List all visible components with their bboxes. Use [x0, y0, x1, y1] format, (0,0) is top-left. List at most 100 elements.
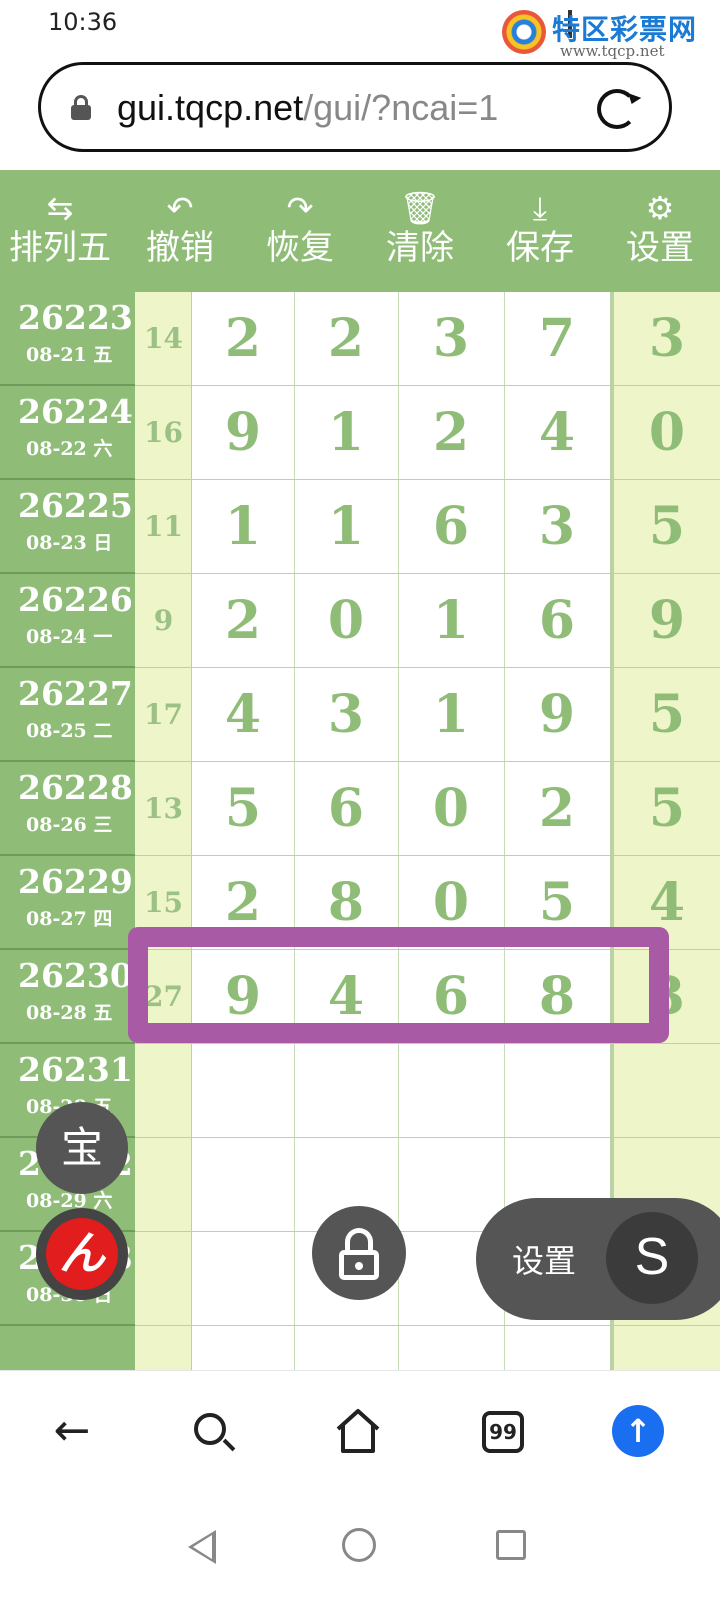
- digit-cell[interactable]: [614, 1044, 720, 1138]
- undo-icon: ↶: [166, 189, 194, 227]
- tb-label: 清除: [386, 228, 454, 268]
- search-button[interactable]: [184, 1401, 244, 1461]
- browser-bottom-nav: ← 99 ↑: [0, 1370, 720, 1494]
- draw-row: 26228 08-26 三 13 5 6 0 2 5: [0, 762, 720, 856]
- system-recents-icon[interactable]: [496, 1530, 526, 1560]
- redo-button[interactable]: ↷ 恢复: [240, 170, 360, 292]
- period-number: 26227: [18, 674, 133, 713]
- digit-cell[interactable]: 2: [192, 292, 294, 386]
- home-button[interactable]: [328, 1401, 388, 1461]
- bao-button[interactable]: 宝: [36, 1102, 128, 1194]
- scroll-top-button[interactable]: ↑: [608, 1401, 668, 1461]
- sum-cell[interactable]: [135, 1044, 192, 1138]
- digit-cell[interactable]: 5: [614, 480, 720, 574]
- tb-label: 排列五: [9, 228, 111, 268]
- app-shortcut-button[interactable]: ん: [36, 1208, 128, 1300]
- sum-cell[interactable]: [135, 1232, 192, 1326]
- sum-cell[interactable]: 9: [135, 574, 192, 668]
- period-cell: 26223 08-21 五: [0, 292, 135, 386]
- digit-cell[interactable]: 2: [192, 574, 294, 668]
- digit-cell[interactable]: [192, 1044, 294, 1138]
- watermark: 特区彩票网 www.tqcp.net: [502, 4, 702, 60]
- sum-cell[interactable]: 16: [135, 386, 192, 480]
- digit-cell[interactable]: 9: [614, 574, 720, 668]
- period-date: 08-23 日: [26, 532, 113, 554]
- floating-settings-label[interactable]: 设置: [512, 1236, 576, 1282]
- lottery-type-button[interactable]: ⇆ 排列五: [0, 170, 120, 292]
- draw-row: 26224 08-22 六 16 9 1 2 4 0: [0, 386, 720, 480]
- digit-cell[interactable]: 4: [504, 386, 610, 480]
- draw-row: 26226 08-24 一920169: [0, 574, 720, 668]
- digit-cell[interactable]: 2: [398, 386, 504, 480]
- period-date: 08-27 四: [26, 908, 113, 930]
- digit-cell[interactable]: 6: [504, 574, 610, 668]
- sum-cell[interactable]: [135, 1138, 192, 1232]
- digit-cell[interactable]: 6: [398, 480, 504, 574]
- digit-cell[interactable]: [398, 1138, 504, 1232]
- digit-cell[interactable]: 2: [504, 762, 610, 856]
- system-home-icon[interactable]: [342, 1528, 376, 1562]
- arrow-up-icon: ↑: [612, 1405, 664, 1457]
- digit-cell[interactable]: [192, 1232, 294, 1326]
- digit-cell[interactable]: 0: [398, 762, 504, 856]
- sum-cell[interactable]: 17: [135, 668, 192, 762]
- app-logo-icon: ん: [46, 1218, 118, 1290]
- digit-cell[interactable]: 0: [294, 574, 398, 668]
- watermark-logo-icon: [502, 10, 546, 54]
- address-bar[interactable]: gui.tqcp.net/gui/?ncai=1: [38, 62, 672, 152]
- digit-cell[interactable]: [294, 1044, 398, 1138]
- undo-button[interactable]: ↶ 撤销: [120, 170, 240, 292]
- arrow-left-icon: ←: [53, 1405, 91, 1456]
- floating-settings-pill[interactable]: 设置 S: [476, 1198, 720, 1320]
- digit-cell[interactable]: 4: [192, 668, 294, 762]
- tb-label: 保存: [506, 228, 574, 268]
- digit-cell[interactable]: 0: [614, 386, 720, 480]
- save-button[interactable]: ⤓ 保存: [480, 170, 600, 292]
- digit-cell[interactable]: 7: [504, 292, 610, 386]
- highlight-box: [128, 927, 669, 1043]
- digit-cell[interactable]: 1: [294, 386, 398, 480]
- digit-cell[interactable]: 5: [192, 762, 294, 856]
- lock-icon[interactable]: [71, 95, 91, 120]
- digit-cell[interactable]: 3: [398, 292, 504, 386]
- digit-cell[interactable]: 3: [504, 480, 610, 574]
- digit-cell[interactable]: 2: [294, 292, 398, 386]
- digit-cell[interactable]: 9: [504, 668, 610, 762]
- digit-cell[interactable]: 5: [614, 762, 720, 856]
- period-number: 26225: [18, 486, 133, 525]
- digit-cell[interactable]: [504, 1044, 610, 1138]
- chart-toolbar: ⇆ 排列五 ↶ 撤销 ↷ 恢复 🗑 清除 ⤓ 保存 ⚙ 设置: [0, 170, 720, 292]
- search-icon: [194, 1413, 226, 1445]
- tabs-button[interactable]: 99: [474, 1401, 534, 1461]
- period-date: 08-28 五: [26, 1002, 113, 1024]
- padlock-icon: [345, 1228, 373, 1252]
- back-button[interactable]: ←: [42, 1401, 102, 1461]
- period-cell: 26226 08-24 一: [0, 574, 135, 668]
- digit-cell[interactable]: 3: [294, 668, 398, 762]
- digit-cell[interactable]: 6: [294, 762, 398, 856]
- digit-cell[interactable]: 1: [294, 480, 398, 574]
- period-date: 08-21 五: [26, 344, 113, 366]
- sum-cell[interactable]: 13: [135, 762, 192, 856]
- reload-icon[interactable]: [597, 89, 637, 129]
- digit-cell[interactable]: 9: [192, 386, 294, 480]
- system-back-icon[interactable]: [188, 1530, 216, 1564]
- digit-cell[interactable]: [192, 1138, 294, 1232]
- clear-button[interactable]: 🗑 清除: [360, 170, 480, 292]
- digit-cell[interactable]: [398, 1044, 504, 1138]
- settings-button[interactable]: ⚙ 设置: [600, 170, 720, 292]
- digit-cell[interactable]: 3: [614, 292, 720, 386]
- sum-cell[interactable]: 11: [135, 480, 192, 574]
- sum-cell[interactable]: 14: [135, 292, 192, 386]
- status-bar: 10:36 特区彩票网 www.tqcp.net: [0, 0, 720, 60]
- digit-cell[interactable]: 1: [192, 480, 294, 574]
- trash-icon: 🗑: [399, 189, 441, 227]
- period-cell: 26227 08-25 二: [0, 668, 135, 762]
- url-text[interactable]: gui.tqcp.net/gui/?ncai=1: [117, 87, 498, 129]
- s-button[interactable]: S: [606, 1212, 698, 1304]
- period-date: 08-24 一: [26, 626, 113, 648]
- digit-cell[interactable]: 1: [398, 668, 504, 762]
- lock-button[interactable]: [312, 1206, 406, 1300]
- digit-cell[interactable]: 5: [614, 668, 720, 762]
- digit-cell[interactable]: 1: [398, 574, 504, 668]
